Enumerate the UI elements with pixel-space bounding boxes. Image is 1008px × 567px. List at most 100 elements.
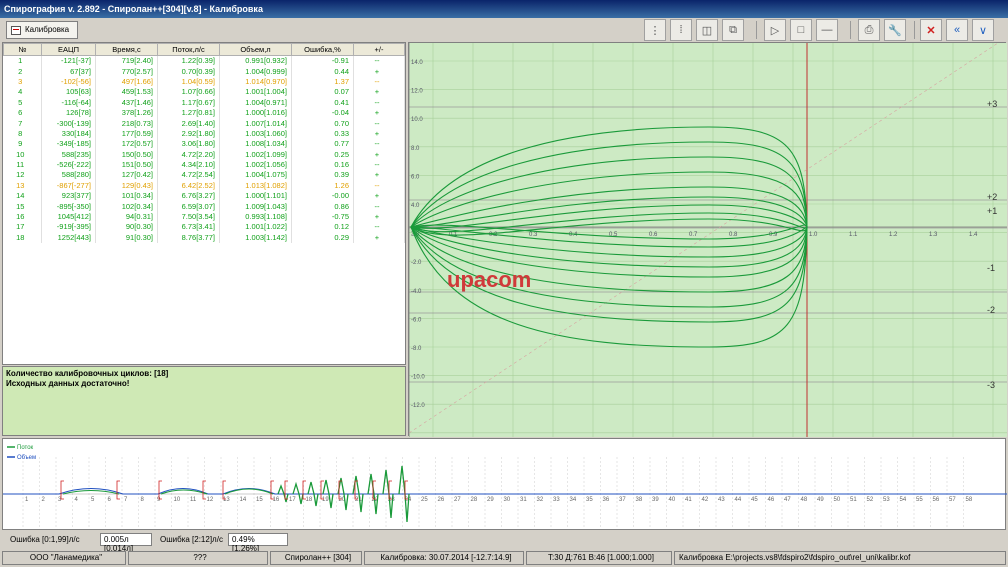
col-sign[interactable]: +/-: [353, 43, 405, 56]
table-cell: 16: [3, 211, 42, 222]
table-cell: 0.77: [291, 138, 354, 150]
col-error[interactable]: Ошибка,%: [291, 43, 354, 56]
scale-label: -1: [987, 263, 995, 273]
col-number[interactable]: №: [3, 43, 42, 56]
copy-button[interactable]: ⧉: [722, 19, 744, 41]
table-row[interactable]: 14 923[377] 101[0.34] 6.76[3.27] 1.000[1.101…: [3, 190, 405, 201]
play-button[interactable]: ▷: [764, 19, 786, 41]
col-flow[interactable]: Поток,л/с: [157, 43, 220, 56]
legend-flow: Поток: [17, 445, 34, 451]
status-company: ООО "Ланамедика": [2, 551, 126, 565]
timeline-tick-label: 53: [883, 497, 890, 503]
col-eadc[interactable]: ЕАЦП: [41, 43, 96, 56]
table-cell: --: [353, 180, 405, 191]
window-title: Спирография v. 2.892 - Спиролан++[304][v…: [0, 0, 1008, 18]
table-row[interactable]: 16 1045[412] 94[0.31] 7.50[3.54] 0.993[1.108…: [3, 211, 405, 222]
document-icon: [11, 25, 21, 35]
x-tick-label: 0.3: [529, 232, 538, 238]
save-button[interactable]: ◫: [696, 19, 718, 41]
table-row[interactable]: 13 -867[-277] 129[0.43] 6.42[2.52] 1.013[1.0…: [3, 180, 405, 191]
table-cell: 10: [3, 149, 42, 160]
table-row[interactable]: 11 -526[-222] 151[0.50] 4.34[2.10] 1.002[1.0…: [3, 159, 405, 170]
x-tick-label: 1.4: [969, 232, 978, 238]
table-row[interactable]: 17 -919[-395] 90[0.30] 6.73[3.41] 1.001[1.02…: [3, 221, 405, 233]
table-cell: --: [353, 221, 405, 233]
signal-timeline[interactable]: 1 2 3 4 5 6 7 8 9 10 11 12 13 14 15 16 17 18 19 20 21 22 23 24 2…: [2, 438, 1007, 530]
timeline-tick-label: 10: [174, 497, 181, 503]
table-cell: -867[-277]: [41, 180, 96, 191]
down-button[interactable]: ∨: [972, 19, 994, 41]
y-tick-label: 12.0: [411, 89, 423, 95]
table-cell: 1.27[0.81]: [157, 107, 220, 118]
table-cell: 1.008[1.034]: [219, 138, 292, 150]
table-cell: 2.92[1.80]: [157, 128, 220, 139]
timeline-tick-label: 18: [306, 497, 313, 503]
timeline-tick-label: 32: [537, 497, 544, 503]
table-row[interactable]: 18 1252[443] 91[0.30] 8.76[3.77] 1.003[1.142…: [3, 232, 405, 243]
status-device: Спиролан++ [304]: [270, 551, 362, 565]
table-row[interactable]: 15 -895[-350] 102[0.34] 6.59[3.07] 1.009[1.0…: [3, 200, 405, 212]
table-row[interactable]: 12 588[280] 127[0.42] 4.72[2.54] 1.004[1.075…: [3, 169, 405, 181]
y-tick-label: 6.0: [411, 174, 420, 180]
x-tick-label: 0.4: [569, 232, 578, 238]
table-cell: -0.75: [291, 211, 354, 222]
table-cell: 459[1.53]: [95, 86, 158, 98]
table-row[interactable]: 8 330[184] 177[0.59] 2.92[1.80] 1.003[1.060]…: [3, 128, 405, 139]
stop-button[interactable]: □: [790, 19, 812, 41]
table-cell: -0.04: [291, 107, 354, 118]
align-vertical-button[interactable]: ⋮: [644, 19, 666, 41]
minus-button[interactable]: —: [816, 19, 838, 41]
table-cell: +: [353, 232, 405, 243]
table-cell: 0.993[1.108]: [219, 211, 292, 222]
flow-volume-plot[interactable]: 14.0 12.0 10.0 8.0 6.0 4.0 2.0 -2.0 -4.0 -6.0 -8.0…: [408, 42, 1007, 437]
table-row[interactable]: 3 -102[-56] 497[1.66] 1.04[0.59] 1.014[0.970…: [3, 76, 405, 87]
table-cell: 0.991[0.932]: [219, 55, 292, 66]
timeline-tick-label: 57: [949, 497, 956, 503]
table-cell: 9: [3, 138, 42, 150]
table-cell: 218[0.73]: [95, 117, 158, 129]
table-cell: 1.37: [291, 76, 354, 87]
settings-wrench-button[interactable]: 🔧: [884, 19, 906, 41]
table-cell: 105[63]: [41, 86, 96, 98]
align-center-button[interactable]: ⁞: [670, 19, 692, 41]
y-tick-label: -12.0: [411, 403, 425, 409]
table-row[interactable]: 10 588[235] 150[0.50] 4.72[2.20] 1.002[1.099…: [3, 149, 405, 160]
table-row[interactable]: 1 -121[-37] 719[2.40] 1.22[0.39] 0.991[0.932…: [3, 55, 405, 66]
timeline-tick-label: 42: [702, 497, 709, 503]
y-tick-label: 10.0: [411, 117, 423, 123]
table-cell: -121[-37]: [41, 55, 96, 66]
table-cell: +: [353, 211, 405, 222]
rewind-button[interactable]: «: [946, 19, 968, 41]
table-cell: 4.72[2.54]: [157, 169, 220, 181]
timeline-chart: 1 2 3 4 5 6 7 8 9 10 11 12 13 14 15 16 17 18 19 20 21 22 23 24 2…: [3, 445, 1007, 529]
table-cell: 2: [3, 65, 42, 77]
tab-calibration[interactable]: Калибровка: [6, 21, 79, 39]
timeline-tick-label: 44: [735, 497, 742, 503]
table-cell: 1.004[1.075]: [219, 169, 292, 181]
table-row[interactable]: 4 105[63] 459[1.53] 1.07[0.66] 1.001[1.004] 0…: [3, 86, 405, 98]
table-row[interactable]: 9 -349[-185] 172[0.57] 3.06[1.80] 1.008[1.03…: [3, 138, 405, 150]
y-tick-label: -8.0: [411, 346, 422, 352]
col-volume[interactable]: Объем,л: [219, 43, 292, 56]
timeline-tick-label: 47: [784, 497, 791, 503]
chevron-down-icon: ∨: [978, 24, 988, 37]
table-cell: --: [353, 138, 405, 150]
cancel-button[interactable]: ✕: [920, 19, 942, 41]
timeline-tick-label: 33: [553, 497, 560, 503]
col-time[interactable]: Время,с: [95, 43, 158, 56]
table-row[interactable]: 6 126[78] 378[1.26] 1.27[0.81] 1.000[1.016] -…: [3, 107, 405, 118]
table-cell: 1.04[0.59]: [157, 76, 220, 87]
timeline-tick-label: 17: [289, 497, 296, 503]
table-row[interactable]: 5 -116[-64] 437[1.46] 1.17[0.67] 1.004[0.971…: [3, 97, 405, 108]
table-row[interactable]: 7 -300[-139] 218[0.73] 2.69[1.40] 1.007[1.01…: [3, 117, 405, 129]
table-cell: 770[2.57]: [95, 65, 158, 77]
y-tick-label: -2.0: [411, 260, 422, 266]
table-row[interactable]: 2 67[37] 770[2.57] 0.70[0.39] 1.004[0.999] 0.…: [3, 65, 405, 77]
table-cell: 17: [3, 221, 42, 233]
table-cell: 1: [3, 55, 42, 66]
error-label-2: Ошибка [2:12]л/с: [160, 535, 223, 544]
print-button[interactable]: ⎙: [858, 19, 880, 41]
timeline-tick-label: 6: [108, 497, 112, 503]
timeline-tick-label: 51: [850, 497, 857, 503]
table-cell: 0.16: [291, 159, 354, 170]
